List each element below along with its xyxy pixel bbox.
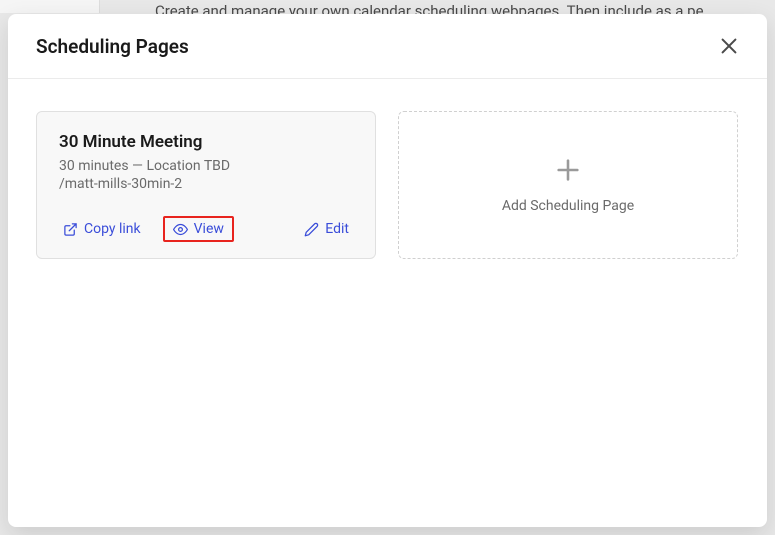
edit-button[interactable]: Edit [300,219,353,239]
add-scheduling-page-button[interactable]: Add Scheduling Page [398,111,738,259]
copy-link-label: Copy link [84,221,141,237]
edit-label: Edit [325,221,349,237]
card-subtitle: 30 minutes — Location TBD [59,158,353,174]
close-button[interactable] [715,32,743,60]
card-slug: /matt-mills-30min-2 [59,176,353,192]
add-scheduling-page-label: Add Scheduling Page [502,198,634,214]
view-button[interactable]: View [163,216,234,242]
close-icon [718,35,740,57]
view-label: View [194,221,224,237]
scheduling-page-card: 30 Minute Meeting 30 minutes — Location … [36,111,376,259]
modal-body: 30 Minute Meeting 30 minutes — Location … [8,79,767,291]
plus-icon [554,156,582,184]
background-sidebar-fragment [0,0,100,13]
card-title: 30 Minute Meeting [59,132,353,152]
scheduling-pages-modal: Scheduling Pages 30 Minute Meeting 30 mi… [8,14,767,527]
pencil-icon [304,222,319,237]
card-actions: Copy link View Edit [59,216,353,242]
external-link-icon [63,222,78,237]
eye-icon [173,222,188,237]
modal-header: Scheduling Pages [8,14,767,79]
copy-link-button[interactable]: Copy link [59,219,145,239]
modal-title: Scheduling Pages [36,35,189,58]
